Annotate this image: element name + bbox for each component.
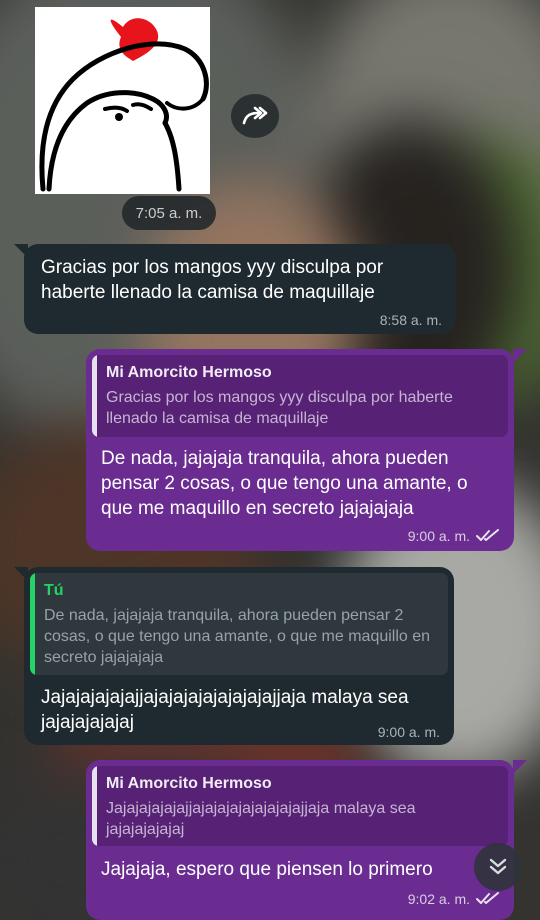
message-time: 9:02 a. m.: [407, 891, 470, 907]
message-text: Gracias por los mangos yyy disculpa por …: [41, 257, 384, 303]
message-outgoing[interactable]: Mi Amorcito Hermoso Gracias por los mang…: [86, 349, 514, 551]
quoted-sender: Mi Amorcito Hermoso: [106, 364, 272, 381]
message-time: 8:58 a. m.: [379, 312, 442, 328]
quoted-text: De nada, jajajaja tranquila, ahora puede…: [44, 607, 431, 666]
message-time: 9:00 a. m.: [407, 528, 470, 544]
quoted-sender: Tú: [44, 582, 64, 599]
chevron-double-down-icon: [489, 858, 507, 875]
forward-button[interactable]: [231, 94, 279, 138]
quoted-message[interactable]: Tú De nada, jajajaja tranquila, ahora pu…: [30, 573, 448, 675]
quoted-sender: Mi Amorcito Hermoso: [106, 775, 272, 792]
double-check-icon: [476, 529, 499, 541]
message-incoming[interactable]: Gracias por los mangos yyy disculpa por …: [24, 244, 456, 334]
scroll-to-bottom-button[interactable]: [474, 843, 522, 891]
message-text: De nada, jajajaja tranquila, ahora puede…: [101, 448, 468, 519]
sticker-timestamp: 7:05 a. m.: [122, 196, 216, 230]
bubble-tail: [513, 760, 527, 774]
quoted-text: Jajajajajajajjajajajajajajajajajjaja mal…: [106, 800, 416, 838]
message-time: 9:00 a. m.: [377, 724, 440, 740]
sticker-message[interactable]: [35, 7, 210, 194]
quoted-message[interactable]: Mi Amorcito Hermoso Jajajajajajajjajajaj…: [92, 766, 508, 846]
quoted-message[interactable]: Mi Amorcito Hermoso Gracias por los mang…: [92, 355, 508, 437]
heart-character-sticker: [39, 18, 209, 192]
bubble-tail: [513, 349, 527, 363]
forward-icon: [242, 106, 268, 125]
message-outgoing[interactable]: Mi Amorcito Hermoso Jajajajajajajjajajaj…: [86, 760, 514, 920]
double-check-icon: [476, 892, 499, 904]
quoted-text: Gracias por los mangos yyy disculpa por …: [106, 389, 453, 427]
message-text: Jajajaja, espero que piensen lo primero: [101, 859, 433, 880]
message-incoming[interactable]: Tú De nada, jajajaja tranquila, ahora pu…: [24, 567, 454, 745]
